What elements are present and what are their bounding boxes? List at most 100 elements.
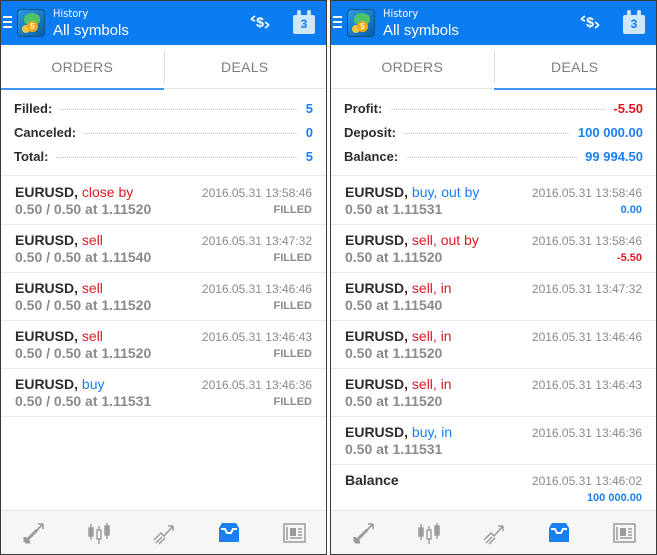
calendar-icon[interactable]: 3 [623,10,645,34]
nav-history[interactable] [196,511,261,554]
candlestick-icon [86,520,112,546]
menu-icon[interactable] [333,16,342,28]
item-title: EURUSD, sell, out by [345,232,479,248]
item-time: 2016.05.31 13:46:36 [531,426,642,440]
item-status: FILLED [273,252,313,264]
nav-quotes[interactable] [331,511,396,554]
nav-history[interactable] [526,511,591,554]
orders-summary: Filled: 5 Canceled: 0 Total: 5 [1,89,326,176]
deals-summary: Profit: -5.50 Deposit: 100 000.00 Balanc… [331,89,656,176]
item-time: 2016.05.31 13:58:46 [531,186,642,200]
nav-news[interactable] [591,511,656,554]
deals-list: EURUSD, buy, out by 0.50 at 1.11531 2016.0… [331,177,656,513]
calendar-day: 3 [293,15,315,34]
orders-screen: 5 History All symbols $ 3 ORDERS DEALS F… [0,0,327,555]
newspaper-icon [611,520,637,546]
item-title: EURUSD, sell [15,328,103,344]
item-status: FILLED [273,300,313,312]
svg-text:$: $ [256,14,264,30]
list-item[interactable]: EURUSD, buy, in 0.50 at 1.11531 2016.05.31… [331,417,656,465]
list-item[interactable]: EURUSD, close by 0.50 / 0.50 at 1.11520 20… [1,177,326,225]
list-item[interactable]: Balance 2016.05.31 13:46:02 100 000.00 [331,465,656,513]
trade-trend-icon [151,520,177,546]
item-time: 2016.05.31 13:46:43 [201,330,312,344]
item-volume-price: 0.50 / 0.50 at 1.11540 [15,249,152,265]
item-side: sell, in [411,376,452,392]
trade-trend-icon [481,520,507,546]
calendar-day: 3 [623,15,645,34]
item-status: FILLED [273,396,313,408]
item-side: sell [81,232,103,248]
list-item[interactable]: EURUSD, sell, in 0.50 at 1.11540 2016.05.3… [331,273,656,321]
item-symbol: EURUSD, [15,232,79,248]
summary-label: Canceled: [14,124,77,140]
tab-deals[interactable]: DEALS [493,45,657,90]
summary-total: Total: 5 [14,144,313,168]
item-volume-price: 0.50 at 1.11540 [345,297,443,313]
item-symbol: EURUSD, [345,280,409,296]
item-volume-price: 0.50 at 1.11531 [345,441,443,457]
deals-screen: 5 History All symbols $ 3 ORDERS DEALS P… [330,0,657,555]
item-symbol: EURUSD, [15,184,79,200]
item-status: 0.00 [620,204,642,216]
list-item[interactable]: EURUSD, buy 0.50 / 0.50 at 1.11531 2016.05… [1,369,326,417]
item-title: EURUSD, sell, in [345,328,452,344]
dotted-leader [60,109,298,110]
list-item[interactable]: EURUSD, sell, in 0.50 at 1.11520 2016.05.3… [331,321,656,369]
list-item[interactable]: EURUSD, sell, in 0.50 at 1.11520 2016.05.3… [331,369,656,417]
item-title: EURUSD, close by [15,184,133,200]
summary-canceled: Canceled: 0 [14,120,313,144]
item-time: 2016.05.31 13:58:46 [201,186,312,200]
list-item[interactable]: EURUSD, sell, out by 0.50 at 1.11520 2016.… [331,225,656,273]
item-volume-price: 0.50 at 1.11531 [345,201,443,217]
calendar-icon[interactable]: 3 [293,10,315,34]
dotted-leader [404,133,570,134]
nav-chart[interactable] [66,511,131,554]
menu-icon[interactable] [3,16,12,28]
item-side: buy, out by [411,184,480,200]
tab-deals[interactable]: DEALS [164,45,327,89]
list-item[interactable]: EURUSD, buy, out by 0.50 at 1.11531 2016.0… [331,177,656,225]
item-time: 2016.05.31 13:47:32 [531,282,642,296]
exchange-icon[interactable]: $ [579,12,601,32]
item-volume-price: 0.50 / 0.50 at 1.11520 [15,297,152,313]
item-symbol: Balance [345,472,399,488]
tab-orders[interactable]: ORDERS [1,45,164,90]
item-time: 2016.05.31 13:47:32 [201,234,312,248]
symbol-filter-title[interactable]: All symbols [383,22,459,39]
app-bar: 5 History All symbols $ 3 [1,1,326,45]
nav-trade[interactable] [131,511,196,554]
list-item[interactable]: EURUSD, sell 0.50 / 0.50 at 1.11540 2016.0… [1,225,326,273]
list-item[interactable]: EURUSD, sell 0.50 / 0.50 at 1.11520 2016.0… [1,321,326,369]
dotted-leader [84,133,298,134]
item-volume-price: 0.50 at 1.11520 [345,249,443,265]
exchange-icon[interactable]: $ [249,12,271,32]
nav-news[interactable] [261,511,326,554]
bottom-navigation [331,510,656,554]
newspaper-icon [281,520,307,546]
item-symbol: EURUSD, [345,424,409,440]
list-item[interactable]: EURUSD, sell 0.50 / 0.50 at 1.11520 2016.0… [1,273,326,321]
nav-chart[interactable] [396,511,461,554]
orders-list: EURUSD, close by 0.50 / 0.50 at 1.11520 20… [1,177,326,417]
item-title: Balance [345,472,399,488]
nav-quotes[interactable] [1,511,66,554]
summary-balance: Balance: 99 994.50 [344,144,643,168]
item-title: EURUSD, buy, out by [345,184,479,200]
nav-trade[interactable] [461,511,526,554]
item-status: 100 000.00 [586,492,642,504]
item-time: 2016.05.31 13:46:02 [531,474,642,488]
inbox-history-icon [546,520,572,546]
item-title: EURUSD, sell, in [345,376,452,392]
item-side: buy, in [411,424,453,440]
tab-orders[interactable]: ORDERS [331,45,494,89]
item-time: 2016.05.31 13:46:46 [201,282,312,296]
item-symbol: EURUSD, [345,376,409,392]
summary-label: Balance: [344,148,399,164]
symbol-filter-title[interactable]: All symbols [53,22,129,39]
bottom-navigation [1,510,326,554]
item-time: 2016.05.31 13:46:43 [531,378,642,392]
item-side: sell, out by [411,232,479,248]
item-side: sell [81,280,103,296]
item-side: sell [81,328,103,344]
